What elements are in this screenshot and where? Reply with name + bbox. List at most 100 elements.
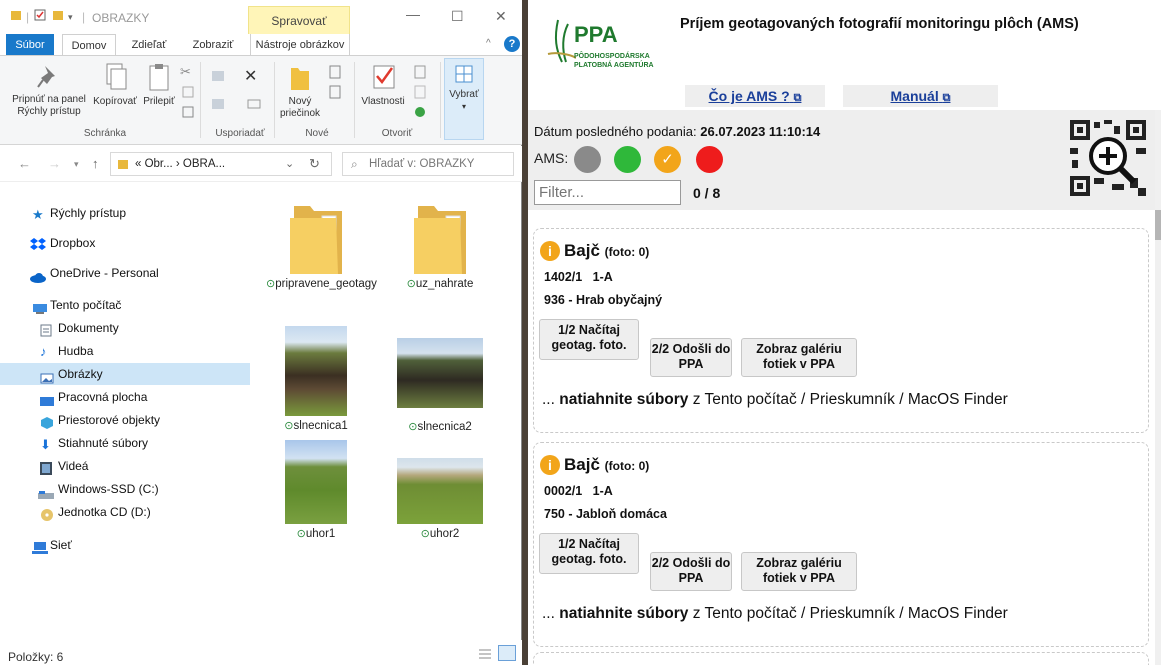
scrollbar[interactable] [1155,110,1161,665]
star-icon: ★ [32,207,44,222]
status-red-button[interactable] [696,146,723,173]
new-folder-button[interactable]: Nový priečinok [278,62,322,120]
parcel-card-partial [533,652,1149,665]
path-box[interactable]: « Obr... › OBRA... ⌄ ↻ [110,152,332,176]
image-thumbnail [285,440,347,524]
file-item[interactable]: ⊙slnecnica1 [266,326,366,433]
cut-icon[interactable]: ✂ [180,64,191,80]
tab-picture-tools[interactable]: Nástroje obrázkov [250,34,350,56]
file-item[interactable]: ⊙slnecnica2 [390,326,490,434]
ribbon: Pripnúť na panel Rýchly prístup Kopírova… [0,55,522,145]
cloud-icon [30,268,46,283]
scrollbar-thumb[interactable] [1155,210,1161,240]
delete-icon[interactable]: ✕ [244,66,257,86]
path-dropdown-icon[interactable]: ⌄ [285,157,294,170]
details-view-icon[interactable] [478,648,492,663]
open-icon[interactable] [412,64,428,83]
new-folder-quick-icon[interactable] [52,9,64,24]
nav-item-videos[interactable]: Videá [0,455,250,477]
filter-input[interactable] [534,180,681,205]
path-text: « Obr... › OBRA... [135,158,226,170]
folder-icon [10,9,22,24]
nav-item-documents[interactable]: Dokumenty [0,317,250,339]
drop-zone-hint[interactable]: ... natiahnite súbory z Tento počítač / … [542,605,1008,623]
tab-file[interactable]: Súbor [6,34,54,56]
help-icon[interactable]: ? [504,36,520,52]
nav-item-pictures[interactable]: Obrázky [0,363,250,385]
nav-item-music[interactable]: ♪ Hudba [0,340,250,362]
what-is-ams-link[interactable]: Čo je AMS ? ⧉ [685,85,825,107]
file-item[interactable]: ⊙uhor1 [266,440,366,541]
file-item[interactable]: ⊙uz_nahrate [390,202,490,291]
search-input[interactable]: Hľadať v: OBRAZKY [369,158,474,170]
computer-icon [32,300,47,314]
forward-icon[interactable]: → [48,156,61,171]
back-icon[interactable]: ← [18,156,31,171]
copy-to-icon[interactable] [210,96,232,115]
select-button[interactable]: Vybrať ▾ [444,58,484,140]
status-gray-button[interactable] [574,146,601,173]
properties-button[interactable]: Vlastnosti [358,62,408,108]
maximize-icon[interactable]: ☐ [451,8,464,25]
nav-item-quick-access[interactable]: ★ Rýchly prístup [0,202,250,224]
tab-view[interactable]: Zobraziť [184,34,242,56]
refresh-icon[interactable]: ↻ [309,156,320,172]
paste-button[interactable]: Prilepiť [140,62,178,108]
search-box[interactable]: ⌕ Hľadať v: OBRAZKY [342,152,514,176]
file-item[interactable]: ⊙uhor2 [390,440,490,541]
status-green-button[interactable] [614,146,641,173]
close-icon[interactable]: ✕ [495,8,507,25]
copy-button[interactable]: Kopírovať [92,62,138,108]
send-to-ppa-button[interactable]: 2/2 Odošli do PPA [650,552,732,591]
parcel-card: i Bajč (foto: 0) 1402/1 1-A 936 - Hrab o… [533,228,1149,433]
load-geotag-button[interactable]: 1/2 Načítaj geotag. foto. [539,319,639,360]
collapse-ribbon-icon[interactable]: ^ [486,38,491,49]
cd-drive-icon [40,506,53,521]
tab-home[interactable]: Domov [62,34,116,56]
file-item[interactable]: ⊙pripravene_geotagy [266,202,377,291]
history-icon[interactable] [412,104,428,123]
quick-access-dropdown-icon[interactable]: ▾ [68,12,73,23]
nav-item-desktop[interactable]: Pracovná plocha [0,386,250,408]
large-icons-view-icon[interactable] [498,645,516,661]
ams-header: PPA PÔDOHOSPODÁRSKA PLATOBNÁ AGENTÚRA Prí… [528,0,1161,110]
logo-subtitle: PÔDOHOSPODÁRSKA PLATOBNÁ AGENTÚRA [574,53,654,69]
send-to-ppa-button[interactable]: 2/2 Odošli do PPA [650,338,732,377]
drop-zone-hint[interactable]: ... natiahnite súbory z Tento počítač / … [542,391,1008,409]
recent-locations-icon[interactable]: ▾ [74,159,79,170]
crop-line: 936 - Hrab obyčajný [544,293,663,307]
new-item-icon[interactable] [326,64,348,83]
up-icon[interactable]: ↑ [92,156,99,171]
qr-zoom-icon[interactable] [1068,118,1148,198]
copy-path-icon[interactable] [182,86,194,101]
nav-item-downloads[interactable]: ⬇ Stiahnuté súbory [0,432,250,454]
nav-item-drive-c[interactable]: Windows-SSD (C:) [0,478,250,500]
minimize-icon[interactable]: — [406,6,420,22]
info-icon: i [540,455,560,475]
show-gallery-button[interactable]: Zobraz galériu fotiek v PPA [741,552,857,591]
load-geotag-button[interactable]: 1/2 Načítaj geotag. foto. [539,533,639,574]
tab-share[interactable]: Zdieľať [122,34,176,56]
paste-shortcut-icon[interactable] [182,106,194,121]
select-icon [453,63,475,89]
pin-quick-access-button[interactable]: Pripnúť na panel Rýchly prístup [6,62,92,118]
nav-item-network[interactable]: Sieť [0,534,250,556]
move-to-icon[interactable] [210,68,232,87]
nav-item-dropbox[interactable]: Dropbox [0,232,250,254]
file-name: slnecnica1 [293,420,348,432]
last-submission: Dátum posledného podania: 26.07.2023 11:… [534,124,821,139]
paste-label: Prilepiť [143,96,175,107]
edit-icon[interactable] [412,84,428,103]
videos-icon [40,460,52,475]
nav-item-3d-objects[interactable]: Priestorové objekty [0,409,250,431]
manual-link[interactable]: Manuál ⧉ [843,85,998,107]
external-link-icon: ⧉ [793,92,802,104]
nav-item-onedrive[interactable]: OneDrive - Personal [0,262,250,284]
properties-quick-icon[interactable] [34,9,46,24]
easy-access-icon[interactable] [326,84,348,103]
nav-item-cd-drive[interactable]: Jednotka CD (D:) [0,501,250,523]
nav-item-this-pc[interactable]: Tento počítač [0,294,250,316]
rename-icon[interactable] [246,96,262,115]
show-gallery-button[interactable]: Zobraz galériu fotiek v PPA [741,338,857,377]
status-orange-button[interactable]: ✓ [654,146,681,173]
